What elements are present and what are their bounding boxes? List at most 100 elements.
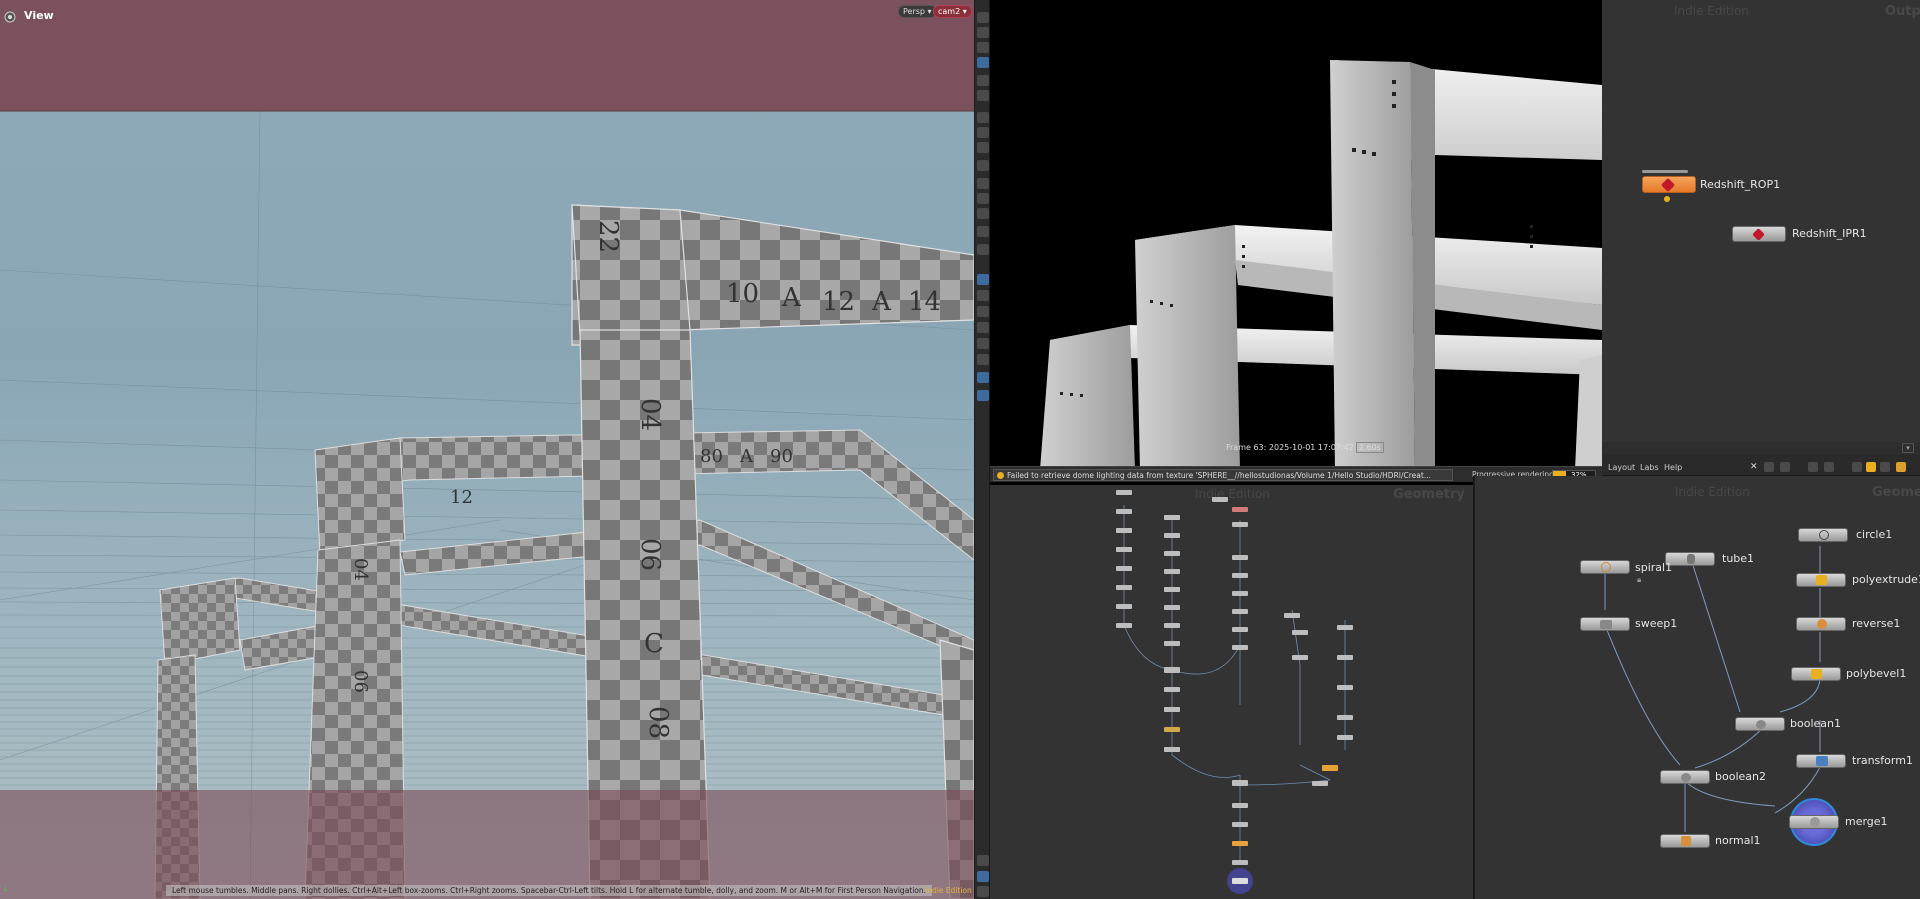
wire-icon[interactable] — [977, 208, 989, 219]
svg-text:90: 90 — [770, 446, 793, 467]
polybevel1-node[interactable] — [1791, 667, 1841, 681]
tools-icon[interactable]: ✕ — [1750, 462, 1760, 472]
perspective-menu[interactable]: Persp ▾ — [898, 5, 937, 18]
output-network-panel[interactable]: Indie Edition Outp Redshift_ROP1 Redshif… — [1602, 0, 1920, 443]
redshift-ipr1-node[interactable] — [1732, 226, 1786, 242]
boolean2-icon — [1681, 773, 1691, 782]
snap-tool-icon[interactable] — [977, 57, 989, 68]
faces-icon[interactable] — [977, 193, 989, 204]
sweep1-node[interactable] — [1580, 617, 1630, 631]
right-geometry-network[interactable]: Indie Edition Geome circle1 tube1 spiral… — [1475, 476, 1920, 899]
display-options-icon[interactable] — [977, 142, 989, 153]
rotate-tool-icon[interactable] — [977, 42, 989, 53]
background-icon[interactable] — [977, 306, 989, 317]
network-path-bar: ▾ — [1602, 442, 1920, 454]
render-region-icon[interactable] — [977, 390, 989, 401]
safe-area-icon[interactable] — [977, 354, 989, 365]
transform1-label: transform1 — [1852, 754, 1913, 767]
selection-band-top — [0, 0, 974, 111]
menu-help[interactable]: Help — [1664, 463, 1682, 472]
layout-icon[interactable] — [977, 871, 989, 882]
svg-text:10: 10 — [726, 279, 759, 309]
merge1-label: merge1 — [1845, 815, 1888, 828]
move-tool-icon[interactable] — [977, 27, 989, 38]
transform1-node[interactable] — [1796, 754, 1846, 768]
camera-icon[interactable] — [977, 90, 989, 101]
menu-labs[interactable]: Labs — [1640, 463, 1659, 472]
render-time: 2.60s — [1355, 442, 1384, 453]
boolean1-label: boolean1 — [1790, 717, 1841, 730]
folder-icon[interactable] — [1896, 462, 1906, 472]
svg-text:04: 04 — [635, 398, 665, 431]
boolean2-node[interactable] — [1660, 770, 1710, 784]
path-dropdown-icon[interactable]: ▾ — [1902, 443, 1914, 453]
selection-band-bottom — [0, 790, 974, 899]
camera-menu-icon[interactable] — [977, 338, 989, 349]
pose-tool-icon[interactable] — [977, 127, 989, 138]
network-box-icon[interactable] — [1880, 462, 1890, 472]
reverse-icon — [1817, 619, 1827, 629]
rop-warning-icon — [1664, 196, 1670, 202]
camera-lock-icon[interactable] — [977, 886, 989, 897]
merge1-node[interactable] — [1789, 815, 1839, 829]
render-warning-text: Failed to retrieve dome lighting data fr… — [1007, 471, 1431, 480]
spiral1-node[interactable] — [1580, 560, 1630, 574]
image-view-icon[interactable] — [1852, 462, 1862, 472]
network-menubar: Layout Labs Help ✕ — [1602, 454, 1920, 476]
merge-icon — [1810, 817, 1820, 827]
transform-icon — [1816, 756, 1828, 766]
layout-view-icon[interactable] — [1808, 462, 1818, 472]
visibility-icon[interactable] — [977, 274, 989, 285]
circle1-node[interactable] — [1798, 528, 1848, 542]
boolean-icon — [1756, 720, 1766, 729]
edges-icon[interactable] — [977, 178, 989, 189]
handle-tool-icon[interactable] — [977, 112, 989, 123]
polybevel-icon — [1811, 669, 1822, 679]
normal-icon — [1681, 836, 1691, 846]
sticky-note-icon[interactable] — [1866, 462, 1876, 472]
link-icon[interactable] — [977, 372, 989, 383]
tube1-label: tube1 — [1722, 552, 1755, 565]
camera-menu[interactable]: cam2 ▾ — [933, 5, 972, 18]
grid-icon[interactable] — [977, 322, 989, 333]
list-view-icon[interactable] — [1780, 462, 1790, 472]
viewport-title: View — [24, 9, 54, 22]
dense-node-graph — [1116, 490, 1353, 894]
redshift-rop1-node[interactable] — [1642, 176, 1696, 193]
boolean1-node[interactable] — [1735, 717, 1785, 731]
axis-gizmo-icon: ⟂ — [3, 884, 9, 893]
svg-text:A: A — [871, 287, 892, 317]
polyextrude-icon — [1816, 575, 1827, 585]
view-icon[interactable] — [4, 8, 16, 27]
tube1-node[interactable] — [1665, 552, 1715, 566]
reverse1-node[interactable] — [1796, 617, 1846, 631]
spiral1-label: spiral1 — [1635, 561, 1673, 574]
redshift-icon — [1660, 177, 1676, 193]
render-warning[interactable]: Failed to retrieve dome lighting data fr… — [993, 469, 1453, 481]
ghost-icon[interactable] — [977, 244, 989, 255]
camera-menu-label: cam2 — [938, 7, 961, 16]
light-icon[interactable] — [977, 75, 989, 86]
select-tool-icon[interactable] — [977, 12, 989, 23]
left-geometry-network[interactable]: Indie Edition Geometry — [990, 485, 1475, 899]
points-icon[interactable] — [977, 160, 989, 171]
shaded-icon[interactable] — [977, 226, 989, 237]
grid-view-icon[interactable] — [1764, 462, 1774, 472]
scene-viewport[interactable]: 22 10 A 12 A 14 04 06 C 08 12 04 06 80 A… — [0, 0, 974, 899]
render-view[interactable] — [990, 0, 1602, 485]
tube-icon — [1687, 554, 1695, 564]
tree-view-icon[interactable] — [1824, 462, 1834, 472]
polyextrude1-node[interactable] — [1796, 573, 1846, 587]
info-icon[interactable] — [977, 855, 989, 866]
menu-layout[interactable]: Layout — [1608, 463, 1635, 472]
warning-icon — [997, 472, 1004, 479]
rop-node-bar — [1642, 170, 1688, 173]
lighting-icon[interactable] — [977, 290, 989, 301]
redshift-ipr-icon — [1752, 228, 1765, 241]
polyextrude1-label: polyextrude1 — [1852, 573, 1920, 586]
normal1-node[interactable] — [1660, 834, 1710, 848]
redshift-ipr1-label: Redshift_IPR1 — [1792, 227, 1867, 240]
render-frame-caption: Frame 63: 2025-10-01 17:07:42 2.60s — [1226, 442, 1384, 453]
viewport-edition-label: Indie Edition — [925, 886, 972, 895]
spiral-icon — [1601, 562, 1611, 572]
